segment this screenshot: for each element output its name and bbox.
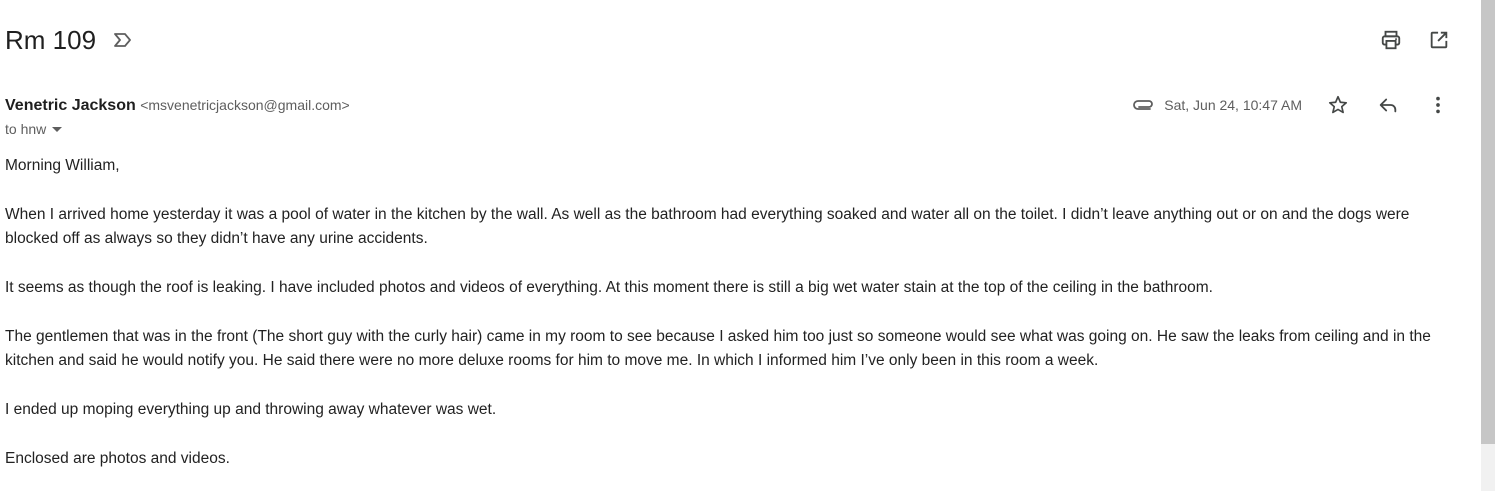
chevron-down-icon[interactable] bbox=[52, 126, 63, 132]
label-outline-icon[interactable] bbox=[112, 29, 134, 51]
recipient-label: to hnw bbox=[5, 121, 47, 137]
reply-icon[interactable] bbox=[1376, 93, 1400, 117]
scrollbar[interactable] bbox=[1481, 0, 1495, 491]
sender-line: Venetric Jackson <msvenetricjackson@gmai… bbox=[5, 94, 350, 117]
subject-text: Rm 109 bbox=[5, 25, 97, 55]
open-in-new-icon[interactable] bbox=[1427, 28, 1451, 52]
recipient-details[interactable]: to hnw bbox=[5, 121, 63, 137]
print-icon[interactable] bbox=[1379, 28, 1403, 52]
body-paragraph: Enclosed are photos and videos. bbox=[5, 450, 230, 467]
paperclip-icon bbox=[1132, 93, 1156, 117]
message-meta: Sat, Jun 24, 10:47 AM bbox=[1132, 93, 1450, 117]
more-vert-icon[interactable] bbox=[1426, 93, 1450, 117]
body-paragraph: It seems as though the roof is leaking. … bbox=[5, 279, 1213, 296]
top-actions bbox=[1379, 28, 1451, 52]
scrollbar-thumb[interactable] bbox=[1481, 0, 1495, 444]
message-actions bbox=[1326, 93, 1450, 117]
message-body: Morning William, When I arrived home yes… bbox=[5, 154, 1455, 496]
body-paragraph: Morning William, bbox=[5, 157, 120, 174]
message-date[interactable]: Sat, Jun 24, 10:47 AM bbox=[1164, 97, 1302, 113]
star-outline-icon[interactable] bbox=[1326, 93, 1350, 117]
body-paragraph: I ended up moping everything up and thro… bbox=[5, 401, 497, 418]
body-paragraph: The gentlemen that was in the front (The… bbox=[5, 328, 1431, 369]
sender-name[interactable]: Venetric Jackson bbox=[5, 97, 136, 114]
sender-email: <msvenetricjackson@gmail.com> bbox=[140, 97, 350, 113]
email-subject: Rm 109 bbox=[5, 24, 134, 56]
body-paragraph: When I arrived home yesterday it was a p… bbox=[5, 206, 1410, 247]
